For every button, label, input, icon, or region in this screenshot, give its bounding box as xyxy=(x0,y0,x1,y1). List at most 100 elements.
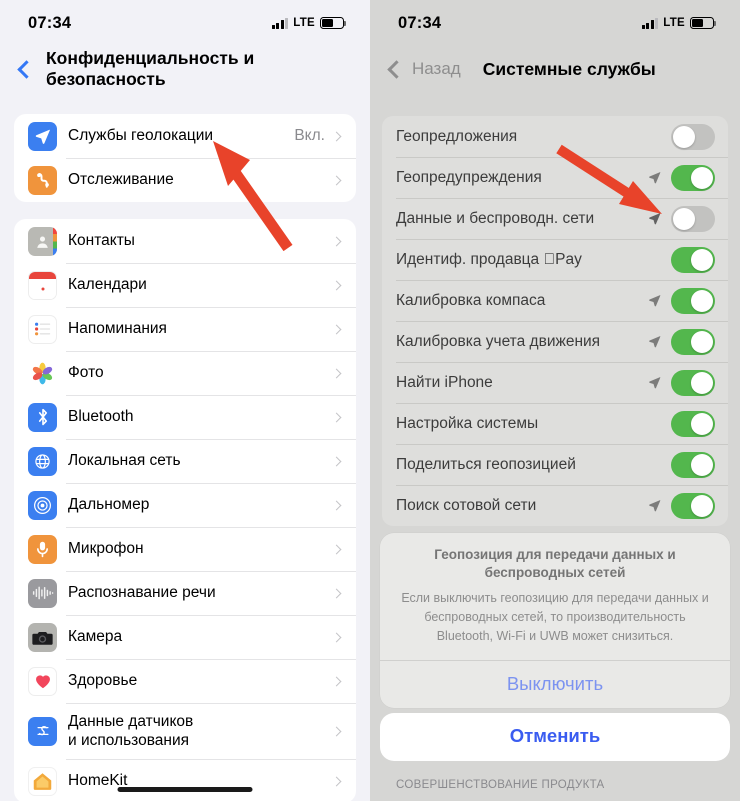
toggle-switch[interactable] xyxy=(671,410,715,437)
back-button-label[interactable]: Назад xyxy=(412,59,461,79)
list-item-label: Дальномер xyxy=(68,496,150,514)
toggle-row-share-location[interactable]: Поделиться геопозицией xyxy=(382,444,728,485)
location-arrow-icon xyxy=(647,211,662,226)
camera-icon xyxy=(28,622,57,652)
toggle-row-motion-calibration[interactable]: Калибровка учета движения xyxy=(382,321,728,362)
toggle-row-label: Поиск сотовой сети xyxy=(396,496,537,514)
reminders-icon xyxy=(28,314,57,344)
list-item-label: Напоминания xyxy=(68,320,167,338)
toggle-switch[interactable] xyxy=(671,164,715,191)
alert-confirm-button[interactable]: Выключить xyxy=(380,659,730,708)
home-indicator xyxy=(117,787,253,792)
network-type-label: LTE xyxy=(663,17,685,29)
toggle-row-label: Настройка системы xyxy=(396,414,539,432)
toggle-row-system-setup[interactable]: Настройка системы xyxy=(382,403,728,444)
chevron-right-icon xyxy=(331,280,342,290)
toggle-row-data-wireless[interactable]: Данные и беспроводн. сети xyxy=(382,198,728,239)
toggle-row-geo-suggestions[interactable]: Геопредложения xyxy=(382,116,728,157)
toggle-row-compass-calibration[interactable]: Калибровка компаса xyxy=(382,280,728,321)
app-permissions-card: Контакты Календари Напоминания Фото Blue… xyxy=(14,219,356,801)
chevron-right-icon xyxy=(331,544,342,554)
list-item-sensor-data[interactable]: Данные датчиков и использования xyxy=(14,703,356,759)
list-item-microphone[interactable]: Микрофон xyxy=(14,527,356,571)
measure-icon xyxy=(28,490,57,520)
toggle-row-find-my-iphone[interactable]: Найти iPhone xyxy=(382,362,728,403)
list-item-camera[interactable]: Камера xyxy=(14,615,356,659)
cellular-bars-icon xyxy=(271,17,289,29)
toggle-row-label: Калибровка компаса xyxy=(396,291,546,309)
chevron-right-icon xyxy=(331,131,342,141)
calendar-icon xyxy=(28,270,57,300)
list-item-label: Отслеживание xyxy=(68,171,174,189)
chevron-right-icon xyxy=(331,236,342,246)
right-phone-screen: 07:34 LTE Назад Системные службы Геопред… xyxy=(370,0,740,801)
nav-bar: Конфиденциальность и безопасность xyxy=(0,46,370,92)
toggle-switch[interactable] xyxy=(671,328,715,355)
list-item-contacts[interactable]: Контакты xyxy=(14,219,356,263)
system-services-card: Геопредложения Геопредупреждения Данные … xyxy=(382,116,728,526)
list-item-calendars[interactable]: Календари xyxy=(14,263,356,307)
list-item-label: Камера xyxy=(68,628,123,646)
battery-icon xyxy=(320,17,347,29)
local-network-icon xyxy=(28,446,57,476)
location-arrow-icon xyxy=(647,375,662,390)
toggle-row-apple-pay-merchant[interactable]: Идентиф. продавца Pay xyxy=(382,239,728,280)
alert-message: Если выключить геопозицию для передачи д… xyxy=(401,591,709,643)
location-arrow-icon xyxy=(647,293,662,308)
section-footer-caption: СОВЕРШЕНСТВОВАНИЕ ПРОДУКТА xyxy=(396,779,605,791)
alert-title: Геопозиция для передачи данных и беспров… xyxy=(434,547,676,581)
list-item-value: Вкл. xyxy=(294,127,325,144)
list-item-measure[interactable]: Дальномер xyxy=(14,483,356,527)
list-item-label: Микрофон xyxy=(68,540,144,558)
alert-cancel-button[interactable]: Отменить xyxy=(380,713,730,761)
photos-icon xyxy=(28,358,57,388)
list-item-local-network[interactable]: Локальная сеть xyxy=(14,439,356,483)
toggle-switch[interactable] xyxy=(671,205,715,232)
contacts-icon xyxy=(28,226,57,256)
list-item-label: Данные датчиков и использования xyxy=(68,712,194,749)
alert-dialog: Геопозиция для передачи данных и беспров… xyxy=(380,533,730,708)
battery-icon xyxy=(690,17,717,29)
toggle-switch[interactable] xyxy=(671,287,715,314)
toggle-row-label: Найти iPhone xyxy=(396,373,493,391)
toggle-row-cellular-search[interactable]: Поиск сотовой сети xyxy=(382,485,728,526)
toggle-switch[interactable] xyxy=(671,492,715,519)
back-chevron-icon[interactable] xyxy=(387,59,406,79)
toggle-row-label: Геопредупреждения xyxy=(396,168,542,186)
toggle-switch[interactable] xyxy=(671,246,715,273)
network-type-label: LTE xyxy=(293,17,315,29)
status-bar: 07:34 LTE xyxy=(0,0,370,46)
toggle-switch[interactable] xyxy=(671,451,715,478)
chevron-right-icon xyxy=(331,412,342,422)
toggle-row-label: Геопредложения xyxy=(396,127,518,145)
toggle-row-label: Калибровка учета движения xyxy=(396,332,601,350)
list-item-photos[interactable]: Фото xyxy=(14,351,356,395)
speech-recognition-icon xyxy=(28,578,57,608)
location-services-icon xyxy=(28,121,57,151)
page-title: Конфиденциальность и безопасность xyxy=(46,48,255,89)
toggle-switch[interactable] xyxy=(671,123,715,150)
list-item-homekit[interactable]: HomeKit xyxy=(14,759,356,801)
status-time: 07:34 xyxy=(28,13,72,32)
toggle-switch[interactable] xyxy=(671,369,715,396)
list-item-location-services[interactable]: Службы геолокации Вкл. xyxy=(14,114,356,158)
list-item-bluetooth[interactable]: Bluetooth xyxy=(14,395,356,439)
list-item-speech-recognition[interactable]: Распознавание речи xyxy=(14,571,356,615)
health-icon xyxy=(28,666,57,696)
list-item-label: Здоровье xyxy=(68,672,138,690)
list-item-label: Локальная сеть xyxy=(68,452,181,470)
location-arrow-icon xyxy=(647,170,662,185)
list-item-reminders[interactable]: Напоминания xyxy=(14,307,356,351)
list-item-label: Календари xyxy=(68,276,147,294)
back-chevron-icon[interactable] xyxy=(17,59,36,79)
location-arrow-icon xyxy=(647,498,662,513)
toggle-row-geo-alerts[interactable]: Геопредупреждения xyxy=(382,157,728,198)
chevron-right-icon xyxy=(331,676,342,686)
list-item-health[interactable]: Здоровье xyxy=(14,659,356,703)
chevron-right-icon xyxy=(331,776,342,786)
toggle-row-label: Идентиф. продавца Pay xyxy=(396,250,582,268)
list-item-tracking[interactable]: Отслеживание xyxy=(14,158,356,202)
cellular-bars-icon xyxy=(641,17,659,29)
left-phone-screen: 07:34 LTE Конфиденциальность и безопасно… xyxy=(0,0,370,801)
location-arrow-icon xyxy=(647,334,662,349)
